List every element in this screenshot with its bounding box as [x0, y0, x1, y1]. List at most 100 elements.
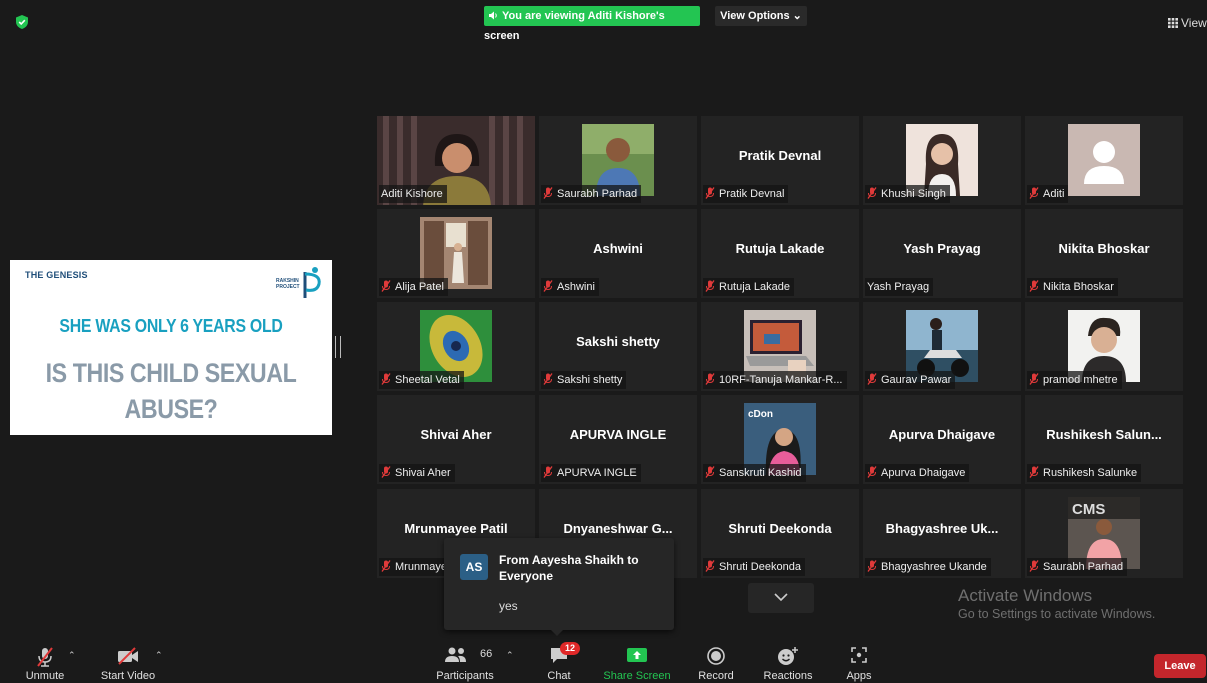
participant-tile[interactable]: Aditi [1025, 116, 1183, 205]
record-icon [707, 647, 725, 665]
participant-name-label: 10RF-Tanuja Mankar-R... [703, 371, 847, 389]
start-video-button[interactable]: Start Video [98, 636, 158, 683]
chat-button[interactable]: 12 Chat [538, 636, 580, 683]
meeting-toolbar: Unmute ⌃ Start Video ⌃ 66 Participants ⌃ [0, 636, 1207, 683]
muted-microphone-icon [1029, 560, 1039, 572]
muted-microphone-icon [867, 187, 877, 199]
view-button[interactable]: View [1168, 16, 1207, 30]
participant-name-label: Yash Prayag [865, 278, 934, 296]
slide-line-1: SHE WAS ONLY 6 YEARS OLD [59, 316, 283, 336]
participant-display-name: Sakshi shetty [576, 334, 660, 349]
participant-name-label: Rutuja Lakade [703, 278, 794, 296]
apps-icon [851, 647, 867, 663]
participant-name: Bhagyashree Ukande [881, 561, 987, 573]
view-options-button[interactable]: View Options ⌄ [715, 6, 807, 26]
muted-microphone-icon [1029, 466, 1039, 478]
participant-display-name: Shruti Deekonda [728, 521, 832, 536]
participant-tile[interactable]: Aditi Kishore [377, 116, 535, 205]
participant-tile[interactable]: Apurva Dhaigave Apurva Dhaigave [863, 395, 1021, 484]
share-screen-button[interactable]: Share Screen [600, 636, 674, 683]
participant-name-label: Saurabh Parhad [541, 185, 642, 203]
muted-microphone-icon [37, 647, 53, 667]
grid-icon [1168, 18, 1178, 28]
muted-microphone-icon [381, 560, 391, 572]
participant-tile[interactable]: 10RF-Tanuja Mankar-R... [701, 302, 859, 391]
participant-name-label: Apurva Dhaigave [865, 464, 970, 482]
sender-avatar: AS [460, 554, 488, 580]
security-shield-icon[interactable] [14, 14, 30, 30]
participant-name: Alija Patel [395, 281, 444, 293]
participant-tile[interactable]: cDon Sanskruti Kashid [701, 395, 859, 484]
slide-line-2b: ABUSE? [124, 394, 218, 424]
participant-name: Sanskruti Kashid [719, 467, 802, 479]
participant-tile[interactable]: Ashwini Ashwini [539, 209, 697, 298]
participant-name-label: APURVA INGLE [541, 464, 641, 482]
participant-display-name: Bhagyashree Uk... [885, 521, 999, 536]
reactions-button[interactable]: Reactions [760, 636, 816, 683]
participant-tile[interactable]: Sakshi shetty Sakshi shetty [539, 302, 697, 391]
share-screen-icon [627, 648, 647, 662]
participants-button[interactable]: 66 Participants [432, 636, 498, 683]
chat-unread-badge: 12 [560, 642, 580, 655]
participant-name-label: Shivai Aher [379, 464, 455, 482]
gallery-next-page-button[interactable] [748, 583, 814, 613]
participant-name: Aditi [1043, 188, 1065, 200]
participant-tile[interactable]: Nikita Bhoskar Nikita Bhoskar [1025, 209, 1183, 298]
unmute-label: Unmute [25, 670, 65, 682]
audio-options-caret[interactable]: ⌃ [68, 636, 80, 683]
participant-tile[interactable]: Pratik Devnal Pratik Devnal [701, 116, 859, 205]
slide-line-2: IS THIS CHILD SEXUAL ABUSE? [33, 355, 310, 427]
participant-display-name: Nikita Bhoskar [1058, 241, 1150, 256]
participant-tile[interactable]: Sheetal Vetal [377, 302, 535, 391]
participants-options-caret[interactable]: ⌃ [506, 636, 520, 683]
participant-tile[interactable]: Saurabh Parhad [539, 116, 697, 205]
participant-tile[interactable]: APURVA INGLE APURVA INGLE [539, 395, 697, 484]
muted-microphone-icon [543, 466, 553, 478]
participant-tile[interactable]: pramod mhetre [1025, 302, 1183, 391]
record-label: Record [698, 670, 734, 682]
participant-display-name: Ashwini [593, 241, 643, 256]
participant-tile[interactable]: Gaurav Pawar [863, 302, 1021, 391]
participant-name: Khushi Singh [881, 188, 946, 200]
participant-tile[interactable]: CMS Saurabh Parhad [1025, 489, 1183, 578]
participant-name-label: Aditi Kishore [379, 185, 447, 203]
participant-tile[interactable]: Shruti Deekonda Shruti Deekonda [701, 489, 859, 578]
participant-display-name: Apurva Dhaigave [888, 427, 996, 442]
record-button[interactable]: Record [694, 636, 738, 683]
chat-notification[interactable]: AS From Aayesha Shaikh to Everyone yes [444, 538, 674, 636]
participant-tile[interactable]: Rutuja Lakade Rutuja Lakade [701, 209, 859, 298]
start-video-label: Start Video [100, 670, 156, 682]
svg-text:PROJECT: PROJECT [276, 284, 300, 290]
share-screen-label: Share Screen [603, 670, 671, 682]
participant-display-name: Yash Prayag [903, 241, 981, 256]
participant-tile[interactable]: Rushikesh Salun... Rushikesh Salunke [1025, 395, 1183, 484]
activate-windows-subtitle: Go to Settings to activate Windows. [958, 607, 1156, 621]
apps-button[interactable]: Apps [838, 636, 880, 683]
participant-tile[interactable]: Bhagyashree Uk... Bhagyashree Ukande [863, 489, 1021, 578]
top-bar: You are viewing Aditi Kishore's screen V… [0, 0, 1207, 42]
participant-name-label: Sanskruti Kashid [703, 464, 806, 482]
participant-name-label: Bhagyashree Ukande [865, 558, 991, 576]
participant-name-label: Aditi [1027, 185, 1069, 203]
reactions-smiley-icon [778, 647, 798, 665]
shared-screen[interactable]: THE GENESIS RAKSHIN PROJECT SHE WAS ONLY… [10, 260, 332, 435]
split-view-handle[interactable] [335, 336, 341, 358]
participant-display-name: Shivai Aher [420, 427, 492, 442]
participant-name: Saurabh Parhad [1043, 561, 1124, 573]
leave-button[interactable]: Leave [1154, 654, 1206, 678]
muted-microphone-icon [705, 466, 715, 478]
participant-name: Yash Prayag [867, 281, 930, 293]
participant-tile[interactable]: Khushi Singh [863, 116, 1021, 205]
participant-display-name: APURVA INGLE [569, 427, 667, 442]
participant-tile[interactable]: Alija Patel [377, 209, 535, 298]
unmute-button[interactable]: Unmute [22, 636, 68, 683]
video-options-caret[interactable]: ⌃ [155, 636, 167, 683]
muted-microphone-icon [705, 187, 715, 199]
muted-microphone-icon [381, 373, 391, 385]
participant-tile[interactable]: Yash Prayag Yash Prayag [863, 209, 1021, 298]
chevron-down-icon [774, 593, 788, 602]
muted-microphone-icon [705, 373, 715, 385]
participant-tile[interactable]: Shivai Aher Shivai Aher [377, 395, 535, 484]
muted-microphone-icon [1029, 280, 1039, 292]
chat-message: yes [499, 599, 518, 613]
